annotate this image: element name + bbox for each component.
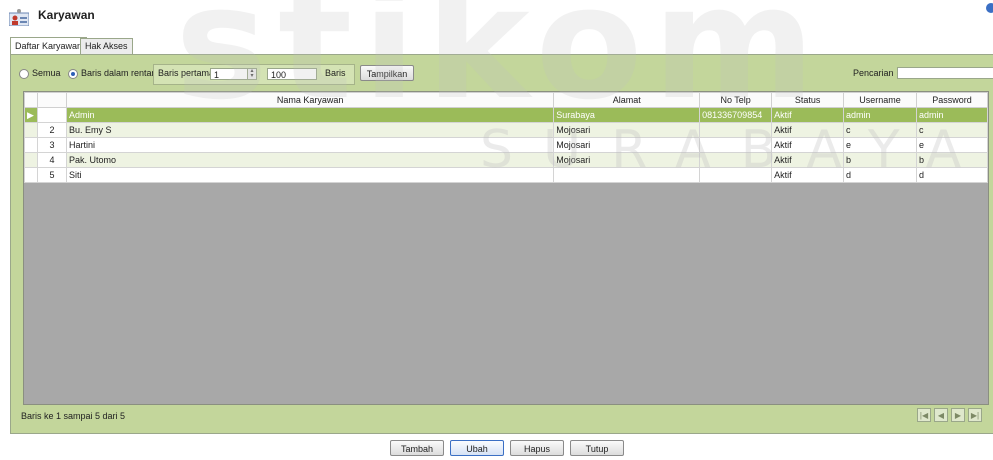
cell-password[interactable]: c (916, 122, 988, 138)
row-number: 3 (36, 137, 67, 153)
row-number: 5 (36, 167, 67, 183)
prev-page-icon[interactable]: ◀ (934, 408, 948, 422)
cell-nama[interactable]: Hartini (65, 137, 555, 153)
delete-button[interactable]: Hapus (510, 440, 564, 456)
edit-button[interactable]: Ubah (450, 440, 504, 456)
cell-username[interactable]: b (843, 152, 917, 168)
row-indicator (24, 152, 38, 168)
first-row-label: Baris pertama (158, 68, 215, 78)
cell-alamat[interactable]: Mojosari (553, 152, 701, 168)
cell-username[interactable]: admin (843, 107, 917, 123)
row-indicator (24, 137, 38, 153)
cell-telp[interactable] (699, 152, 773, 168)
cell-status[interactable]: Aktif (771, 122, 845, 138)
header-alamat[interactable]: Alamat (553, 92, 701, 108)
main-panel: Semua Baris dalam rentang Baris pertama … (10, 54, 993, 434)
table-header: Nama Karyawan Alamat No Telp Status User… (24, 92, 988, 108)
cell-nama[interactable]: Admin (65, 107, 555, 123)
first-row-input[interactable]: 1 (210, 68, 248, 80)
action-bar: Tambah Ubah Hapus Tutup (0, 434, 993, 460)
row-indicator-icon: ▶ (24, 107, 38, 123)
record-status: Baris ke 1 sampai 5 dari 5 (21, 411, 126, 421)
row-indicator (24, 167, 38, 183)
first-page-icon[interactable]: |◀ (917, 408, 931, 422)
show-button[interactable]: Tampilkan (360, 65, 414, 81)
cell-alamat[interactable]: Surabaya (553, 107, 701, 123)
header-nama[interactable]: Nama Karyawan (65, 92, 555, 108)
close-button[interactable]: Tutup (570, 440, 624, 456)
cell-telp[interactable]: 081336709854 (699, 107, 773, 123)
table-row[interactable]: 2 Bu. Emy S Mojosari Aktif c c (24, 122, 988, 138)
cell-alamat[interactable] (553, 167, 701, 183)
cell-password[interactable]: admin (916, 107, 988, 123)
header-username[interactable]: Username (843, 92, 917, 108)
header-status[interactable]: Status (771, 92, 845, 108)
radio-all[interactable] (19, 69, 29, 79)
next-page-icon[interactable]: ▶ (951, 408, 965, 422)
tab-daftar-karyawan[interactable]: Daftar Karyawan (10, 37, 88, 55)
cell-username[interactable]: d (843, 167, 917, 183)
row-number: 4 (36, 152, 67, 168)
first-row-spinner[interactable]: ▴ ▾ (247, 68, 257, 80)
header-telp[interactable]: No Telp (699, 92, 773, 108)
cell-telp[interactable] (699, 137, 773, 153)
window-title: Karyawan (38, 8, 95, 22)
help-icon[interactable] (986, 3, 993, 13)
table-row[interactable]: 4 Pak. Utomo Mojosari Aktif b b (24, 152, 988, 168)
radio-range[interactable] (68, 69, 78, 79)
table-row[interactable]: ▶ 1 Admin Surabaya 081336709854 Aktif ad… (24, 107, 988, 123)
cell-alamat[interactable]: Mojosari (553, 137, 701, 153)
cell-username[interactable]: e (843, 137, 917, 153)
header-indicator (24, 92, 38, 108)
cell-nama[interactable]: Bu. Emy S (65, 122, 555, 138)
cell-password[interactable]: b (916, 152, 988, 168)
cell-telp[interactable] (699, 167, 773, 183)
tab-hak-akses[interactable]: Hak Akses (80, 38, 133, 54)
cell-status[interactable]: Aktif (771, 167, 845, 183)
count-input[interactable]: 100 (267, 68, 317, 80)
cell-nama[interactable]: Pak. Utomo (65, 152, 555, 168)
table-row[interactable]: 3 Hartini Mojosari Aktif e e (24, 137, 988, 153)
search-input[interactable] (897, 67, 993, 79)
radio-all-label: Semua (32, 68, 61, 78)
add-button[interactable]: Tambah (390, 440, 444, 456)
title-bar: Karyawan (0, 0, 993, 34)
cell-username[interactable]: c (843, 122, 917, 138)
search-label: Pencarian (853, 68, 894, 78)
range-group: Baris pertama 1 ▴ ▾ 100 Baris (153, 64, 355, 85)
users-icon (8, 8, 30, 27)
cell-alamat[interactable]: Mojosari (553, 122, 701, 138)
rows-label: Baris (325, 68, 346, 78)
employee-table: Nama Karyawan Alamat No Telp Status User… (24, 92, 988, 183)
header-no (36, 92, 67, 108)
cell-status[interactable]: Aktif (771, 152, 845, 168)
last-page-icon[interactable]: ▶| (968, 408, 982, 422)
table-row[interactable]: 5 Siti Aktif d d (24, 167, 988, 183)
filter-bar: Semua Baris dalam rentang Baris pertama … (15, 62, 993, 86)
row-number: 2 (36, 122, 67, 138)
row-indicator (24, 122, 38, 138)
cell-telp[interactable] (699, 122, 773, 138)
cell-password[interactable]: d (916, 167, 988, 183)
cell-password[interactable]: e (916, 137, 988, 153)
cell-nama[interactable]: Siti (65, 167, 555, 183)
row-number: 1 (36, 107, 67, 123)
cell-status[interactable]: Aktif (771, 107, 845, 123)
employee-grid: Nama Karyawan Alamat No Telp Status User… (23, 91, 989, 405)
radio-range-label: Baris dalam rentang (81, 68, 162, 78)
header-password[interactable]: Password (916, 92, 988, 108)
cell-status[interactable]: Aktif (771, 137, 845, 153)
